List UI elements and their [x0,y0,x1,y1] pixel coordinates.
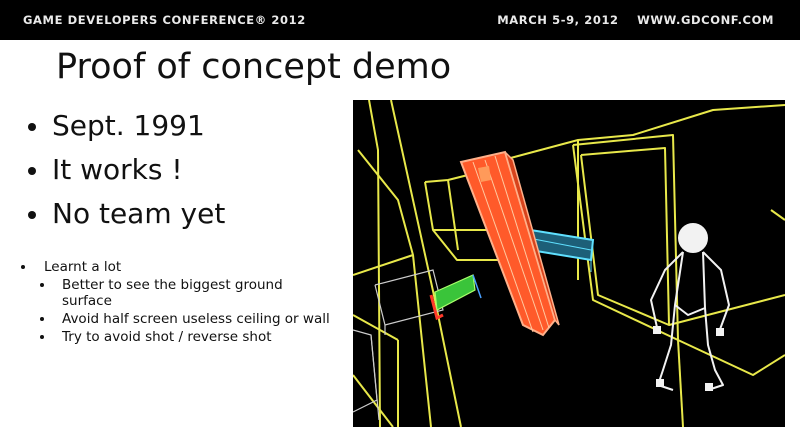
bullet-dot-icon [40,335,44,339]
conference-date-url: MARCH 5-9, 2012 WWW.GDCONF.COM [497,13,774,27]
sub-bullet-block: Learnt a lot Better to see the biggest g… [18,259,332,347]
bullet-dot-icon [40,283,44,287]
sub-bullet-text: Avoid half screen useless ceiling or wal… [62,311,330,327]
conference-name: GAME DEVELOPERS CONFERENCE® 2012 [23,13,306,27]
sub-bullet-item: Avoid half screen useless ceiling or wal… [18,311,332,327]
bullet-dot-icon [28,167,36,175]
sub-bullet-text: Better to see the biggest ground surface [62,277,283,309]
bullet-dot-icon [21,265,25,269]
bullet-dot-icon [40,317,44,321]
main-bullet-text: No team yet [52,197,226,230]
main-bullet-text: Sept. 1991 [52,109,205,142]
slide-title: Proof of concept demo [56,47,452,87]
conference-date: MARCH 5-9, 2012 [497,13,619,27]
main-bullet: It works ! [24,148,225,192]
figure-joint-markers [653,326,724,391]
sub-bullet-item: Better to see the biggest ground surface [18,277,332,309]
sub-bullet-heading: Learnt a lot [18,259,332,275]
wireframe-scene [353,100,785,427]
stick-figure [650,223,730,391]
conference-url: WWW.GDCONF.COM [637,13,774,27]
main-bullet-list: Sept. 1991 It works ! No team yet [24,104,225,236]
main-bullet-text: It works ! [52,153,183,186]
demo-screenshot [353,100,785,427]
main-bullet: No team yet [24,192,225,236]
main-bullet: Sept. 1991 [24,104,225,148]
sub-bullet-item: Try to avoid shot / reverse shot [18,329,332,345]
sub-bullet-heading-text: Learnt a lot [44,259,122,275]
sub-bullet-text: Try to avoid shot / reverse shot [62,329,272,345]
bullet-dot-icon [28,211,36,219]
conference-header-bar: GAME DEVELOPERS CONFERENCE® 2012 MARCH 5… [0,0,800,40]
bullet-dot-icon [28,123,36,131]
